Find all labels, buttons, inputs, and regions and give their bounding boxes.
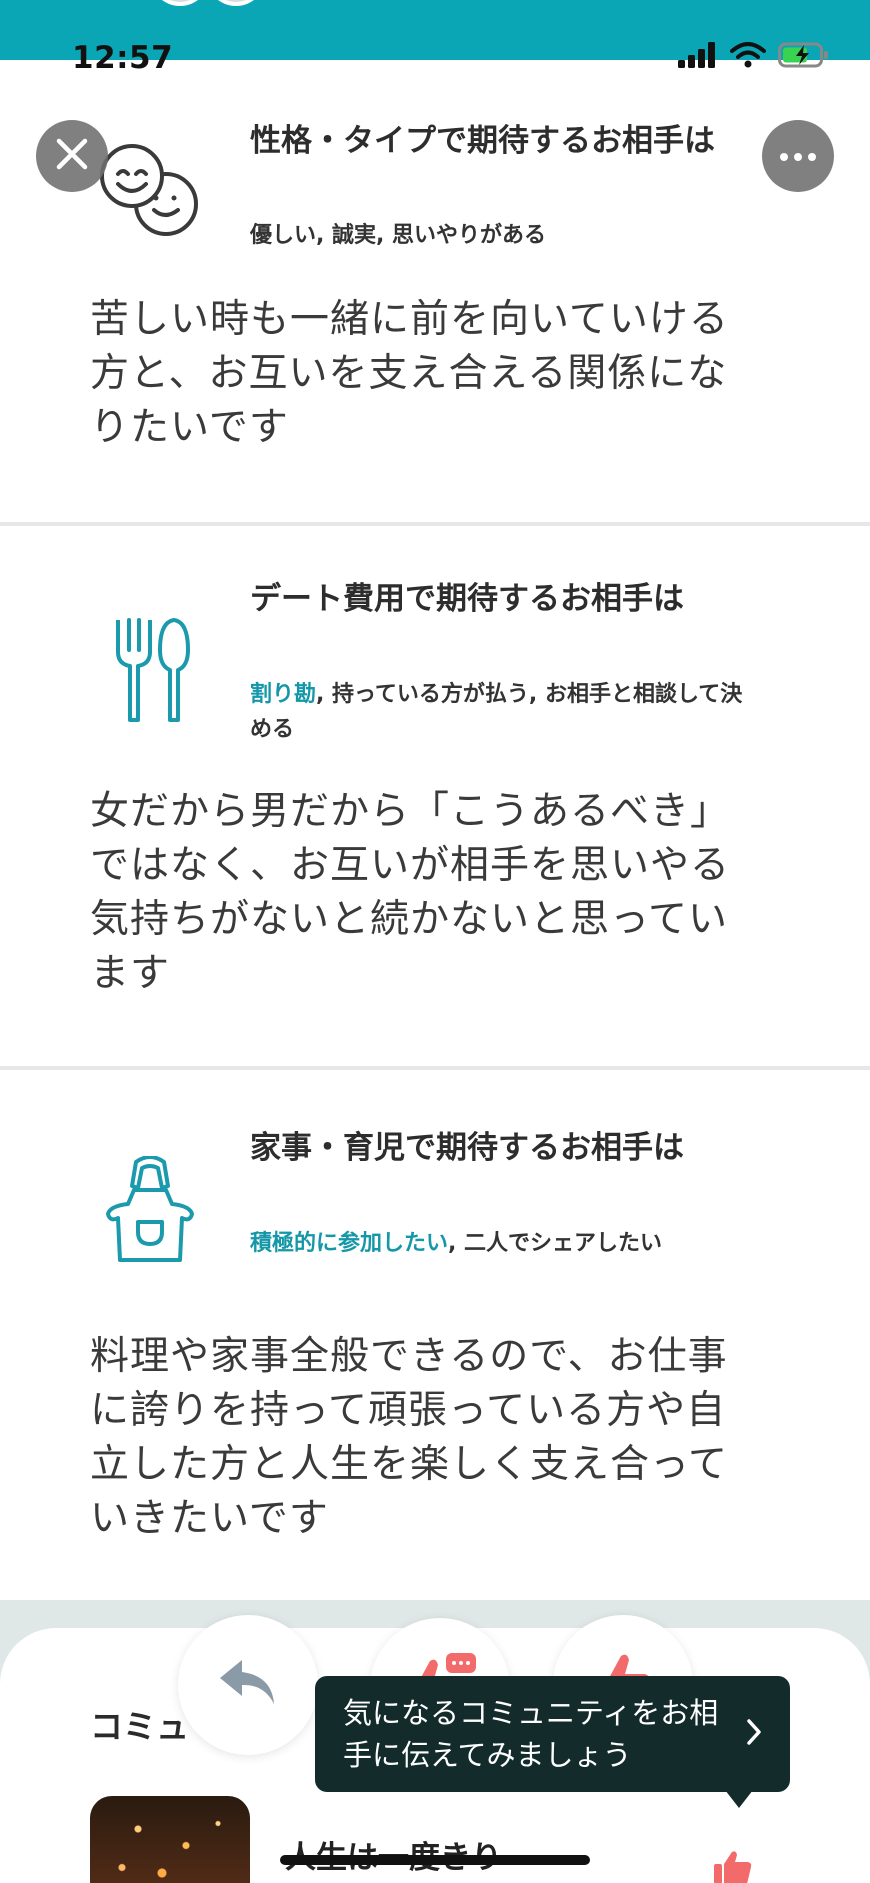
- wifi-icon: [730, 42, 766, 72]
- section-title: 家事・育児で期待するお相手は: [250, 1130, 684, 1166]
- community-thumbnail[interactable]: [90, 1796, 250, 1883]
- section-answer: 優しい, 誠実, 思いやりがある: [250, 223, 547, 248]
- divider: [0, 1066, 870, 1070]
- close-icon: [55, 137, 89, 175]
- fork-spoon-icon: [112, 616, 192, 730]
- community-section-label: コミュ: [90, 1707, 189, 1746]
- home-indicator: [280, 1855, 590, 1865]
- community-tooltip[interactable]: 気になるコミュニティをお相手に伝えてみましょう: [315, 1676, 790, 1808]
- more-options-button[interactable]: [762, 120, 834, 192]
- section-answer: 割り勘, 持っている方が払う, お相手と相談して決める: [250, 682, 743, 742]
- tooltip-text: 気になるコミュニティをお相手に伝えてみましょう: [343, 1696, 719, 1772]
- section-body: 女だから男だから「こうあるべき」ではなく、お互いが相手を思いやる気持ちがないと続…: [90, 789, 731, 996]
- section-body: 苦しい時も一緒に前を向いていける方と、お互いを支え合える関係になりたいです: [90, 297, 729, 450]
- profile-sheet: 性格・タイプで期待するお相手は 優しい, 誠実, 思いやりがある 苦しい時も一緒…: [0, 60, 870, 1615]
- section-answer: 積極的に参加したい, 二人でシェアしたい: [250, 1231, 663, 1256]
- undo-button[interactable]: [178, 1615, 318, 1755]
- section-title: 性格・タイプで期待するお相手は: [250, 123, 715, 159]
- thumbs-up-small-icon[interactable]: [712, 1850, 756, 1883]
- divider: [0, 522, 870, 526]
- status-time: 12:57: [72, 40, 174, 76]
- two-smiling-faces-icon: [98, 140, 208, 244]
- status-icons: [678, 42, 830, 72]
- close-button[interactable]: [36, 120, 108, 192]
- signal-icon: [678, 42, 718, 72]
- undo-arrow-icon: [216, 1656, 280, 1714]
- section-body: 料理や家事全般できるので、お仕事に誇りを持って頑張っている方や自立した方と人生を…: [90, 1334, 729, 1541]
- tooltip-tail: [725, 1790, 753, 1808]
- more-horizontal-icon: [778, 147, 818, 166]
- section-title: デート費用で期待するお相手は: [250, 581, 684, 617]
- apron-icon: [100, 1155, 200, 1270]
- chevron-right-icon: [746, 1718, 762, 1750]
- battery-charging-icon: [778, 42, 830, 72]
